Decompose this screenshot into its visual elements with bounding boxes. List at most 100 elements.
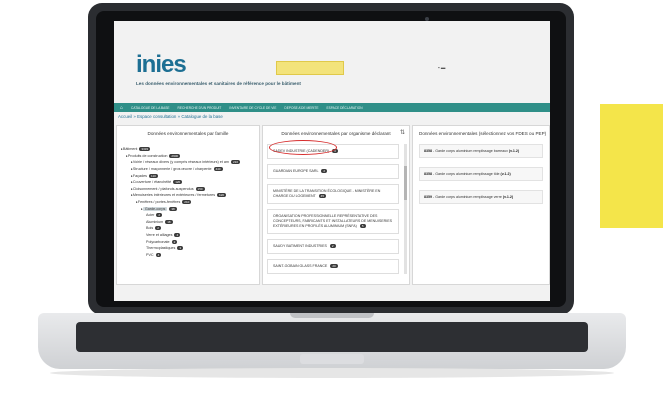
main-nav: ⌂ CATALOGUE DE LA BASE RECHERCHE D'UN PR… — [114, 103, 550, 112]
families-panel: Données environnementales par famille ▸ … — [116, 125, 260, 285]
tree-node[interactable]: Verre et alliages 4 — [121, 232, 240, 239]
nav-item-recherche[interactable]: RECHERCHE D'UN PRODUIT — [178, 106, 222, 110]
organisation-label: SAUDY BATIMENT INDUSTRIES — [273, 244, 328, 248]
count-badge: 18 — [165, 219, 173, 224]
sort-icon[interactable]: ⇅ — [400, 129, 405, 136]
tree-node-label: Fenêtres / portes-fenêtres — [137, 200, 181, 205]
inies-logo[interactable]: inies — [136, 51, 187, 79]
nav-item-depose[interactable]: DEPOSE A'DE MERITE — [284, 106, 318, 110]
header-banner[interactable] — [276, 61, 344, 75]
tree-node-label: Thermoplastiques — [146, 246, 176, 251]
nav-item-declaration[interactable]: ESPACE DÉCLARATION — [327, 106, 363, 110]
fdes-version: (v.1.2) — [500, 172, 511, 176]
count-badge: 4 — [174, 233, 181, 238]
fdes-version: (v.1.2) — [502, 195, 514, 199]
organisation-scrollbar-track[interactable] — [404, 144, 407, 274]
tree-node[interactable]: ▸ Façades 110 — [121, 172, 240, 179]
home-icon[interactable]: ⌂ — [120, 105, 123, 111]
tree-node-label: Produits de construction — [127, 153, 168, 158]
tree-node[interactable]: ▸ Fenêtres / portes-fenêtres 210 — [121, 199, 240, 206]
organisation-item[interactable]: SAUDY BATIMENT INDUSTRIES 2 — [267, 239, 399, 254]
fdes-id: 8359 — [424, 195, 433, 199]
fdes-item[interactable]: 8358 - Garde corps aluminium remplissage… — [419, 167, 543, 181]
tree-node-label: Voirie / réseaux divers (y compris résea… — [132, 160, 229, 165]
count-badge: 110 — [149, 173, 158, 178]
tree-node-label: PVC — [146, 252, 154, 257]
tree-node[interactable]: Bois 2 — [121, 225, 240, 232]
tree-node-label: Bois — [146, 226, 154, 231]
count-badge: 38 — [169, 206, 177, 211]
fdes-list: 8358 - Garde corps aluminium remplissage… — [419, 144, 543, 213]
tree-node-label: Cloisonnement / plafonds-suspendus — [132, 186, 194, 191]
accent-bar — [600, 104, 663, 228]
organisation-item[interactable]: MINISTÈRE DE LA TRANSITION ÉCOLOGIQUE - … — [267, 184, 399, 204]
site-tagline: Les données environnementales et sanitai… — [136, 81, 301, 86]
count-badge: 3 — [177, 246, 183, 251]
organisation-list: SADEV INDUSTRIE (CADENDER) 3 GUARDIAN EUR… — [267, 144, 399, 279]
tree-node[interactable]: ▸ Menuiseries intérieures et extérieures… — [121, 192, 240, 199]
count-badge: 210 — [182, 200, 192, 205]
tree-node[interactable]: ▸ Voirie / réseaux divers (y compris rés… — [121, 159, 240, 166]
fdes-id: 8358 — [424, 172, 433, 176]
laptop-shadow — [50, 368, 614, 378]
fdes-panel: Données environnementales (sélectionnez … — [412, 125, 550, 285]
count-badge: 2 — [329, 244, 336, 248]
tree-node[interactable]: Polycarbonate 2 — [121, 238, 240, 245]
breadcrumb: Accueil » Espace consultation » Catalogu… — [118, 114, 223, 119]
nav-item-inventaire[interactable]: INVENTAIRE DE CYCLE DE VIE — [229, 106, 276, 110]
families-panel-title: Données environnementales par famille — [147, 131, 229, 136]
tree-node[interactable]: ▸ Couverture / étanchéité 120 — [121, 179, 240, 186]
organisation-item[interactable]: GUARDIAN EUROPE SARL 2 — [267, 164, 399, 179]
count-badge: 45 — [318, 194, 327, 198]
tree-node[interactable]: ▸ Garde-corps 38 — [121, 205, 240, 212]
count-badge: 5 — [359, 224, 366, 228]
organisation-label: GUARDIAN EUROPE SARL — [273, 169, 320, 173]
count-badge: 210 — [230, 160, 240, 165]
breadcrumb-home[interactable]: Accueil — [118, 114, 132, 119]
tree-node[interactable]: Acier 2 — [121, 212, 240, 219]
fdes-label: - Garde corps aluminium remplissage barr… — [433, 149, 509, 153]
organisation-item[interactable]: ORGANISATION PROFESSIONNELLE REPRÉSENTAT… — [267, 209, 399, 234]
count-badge: 3333 — [139, 147, 151, 152]
tree-node[interactable]: ▸ Produits de construction 2900 — [121, 153, 240, 160]
site-header: inies Les données environnementales et s… — [114, 21, 550, 103]
organisation-item[interactable]: SAINT-GOBAIN GLASS FRANCE 20 — [267, 259, 399, 274]
tree-node[interactable]: Aluminium 18 — [121, 219, 240, 226]
count-badge: 440 — [213, 167, 223, 172]
tree-node-label: Bâtiment — [122, 147, 138, 152]
organisations-panel: Données environnementales par organisme … — [262, 125, 410, 285]
tree-node[interactable]: ▸ Bâtiment 3333 — [121, 146, 240, 153]
count-badge: 2900 — [169, 153, 181, 158]
tree-node[interactable]: PVC 4 — [121, 252, 240, 259]
laptop-trackpad — [300, 354, 364, 364]
tree-node[interactable]: ▸ Structure / maçonnerie / gros œuvre / … — [121, 166, 240, 173]
count-badge: 2 — [321, 169, 328, 173]
organisation-label: MINISTÈRE DE LA TRANSITION ÉCOLOGIQUE - … — [273, 189, 381, 198]
fdes-id: 8358 — [424, 149, 433, 153]
language-switcher[interactable]: ▪ ▬ — [438, 65, 445, 70]
count-badge: 2 — [156, 213, 163, 218]
fdes-item[interactable]: 8359 - Garde corps aluminium remplissage… — [419, 190, 543, 204]
fdes-item[interactable]: 8358 - Garde corps aluminium remplissage… — [419, 144, 543, 158]
count-badge: 20 — [330, 264, 338, 268]
tree-node-label: Verre et alliages — [146, 233, 173, 238]
breadcrumb-consultation[interactable]: Espace consultation — [137, 114, 176, 119]
fdes-label: - Garde corps aluminium remplissage tôle — [433, 172, 501, 176]
laptop-keyboard — [76, 322, 588, 352]
tree-node[interactable]: ▸ Cloisonnement / plafonds-suspendus 150 — [121, 186, 240, 193]
count-badge: 150 — [195, 186, 205, 191]
tree-node[interactable]: Thermoplastiques 3 — [121, 245, 240, 252]
highlight-circle — [269, 140, 337, 155]
organisation-scrollbar-thumb[interactable] — [404, 166, 407, 200]
tree-node-label: Garde-corps — [142, 206, 168, 211]
tree-node-label: Façades — [132, 173, 148, 178]
fdes-panel-title: Données environnementales (sélectionnez … — [419, 131, 547, 136]
tree-node-label: Menuiseries intérieures et extérieures /… — [132, 193, 216, 198]
organisation-label: ORGANISATION PROFESSIONNELLE REPRÉSENTAT… — [273, 214, 393, 228]
tree-node-label: Couverture / étanchéité — [132, 180, 172, 185]
nav-item-catalogue[interactable]: CATALOGUE DE LA BASE — [131, 106, 170, 110]
count-badge: 620 — [217, 193, 227, 198]
organisation-label: SAINT-GOBAIN GLASS FRANCE — [273, 264, 329, 268]
fdes-label: - Garde corps aluminium remplissage verr… — [433, 195, 503, 199]
tree-node-label: Polycarbonate — [146, 239, 170, 244]
